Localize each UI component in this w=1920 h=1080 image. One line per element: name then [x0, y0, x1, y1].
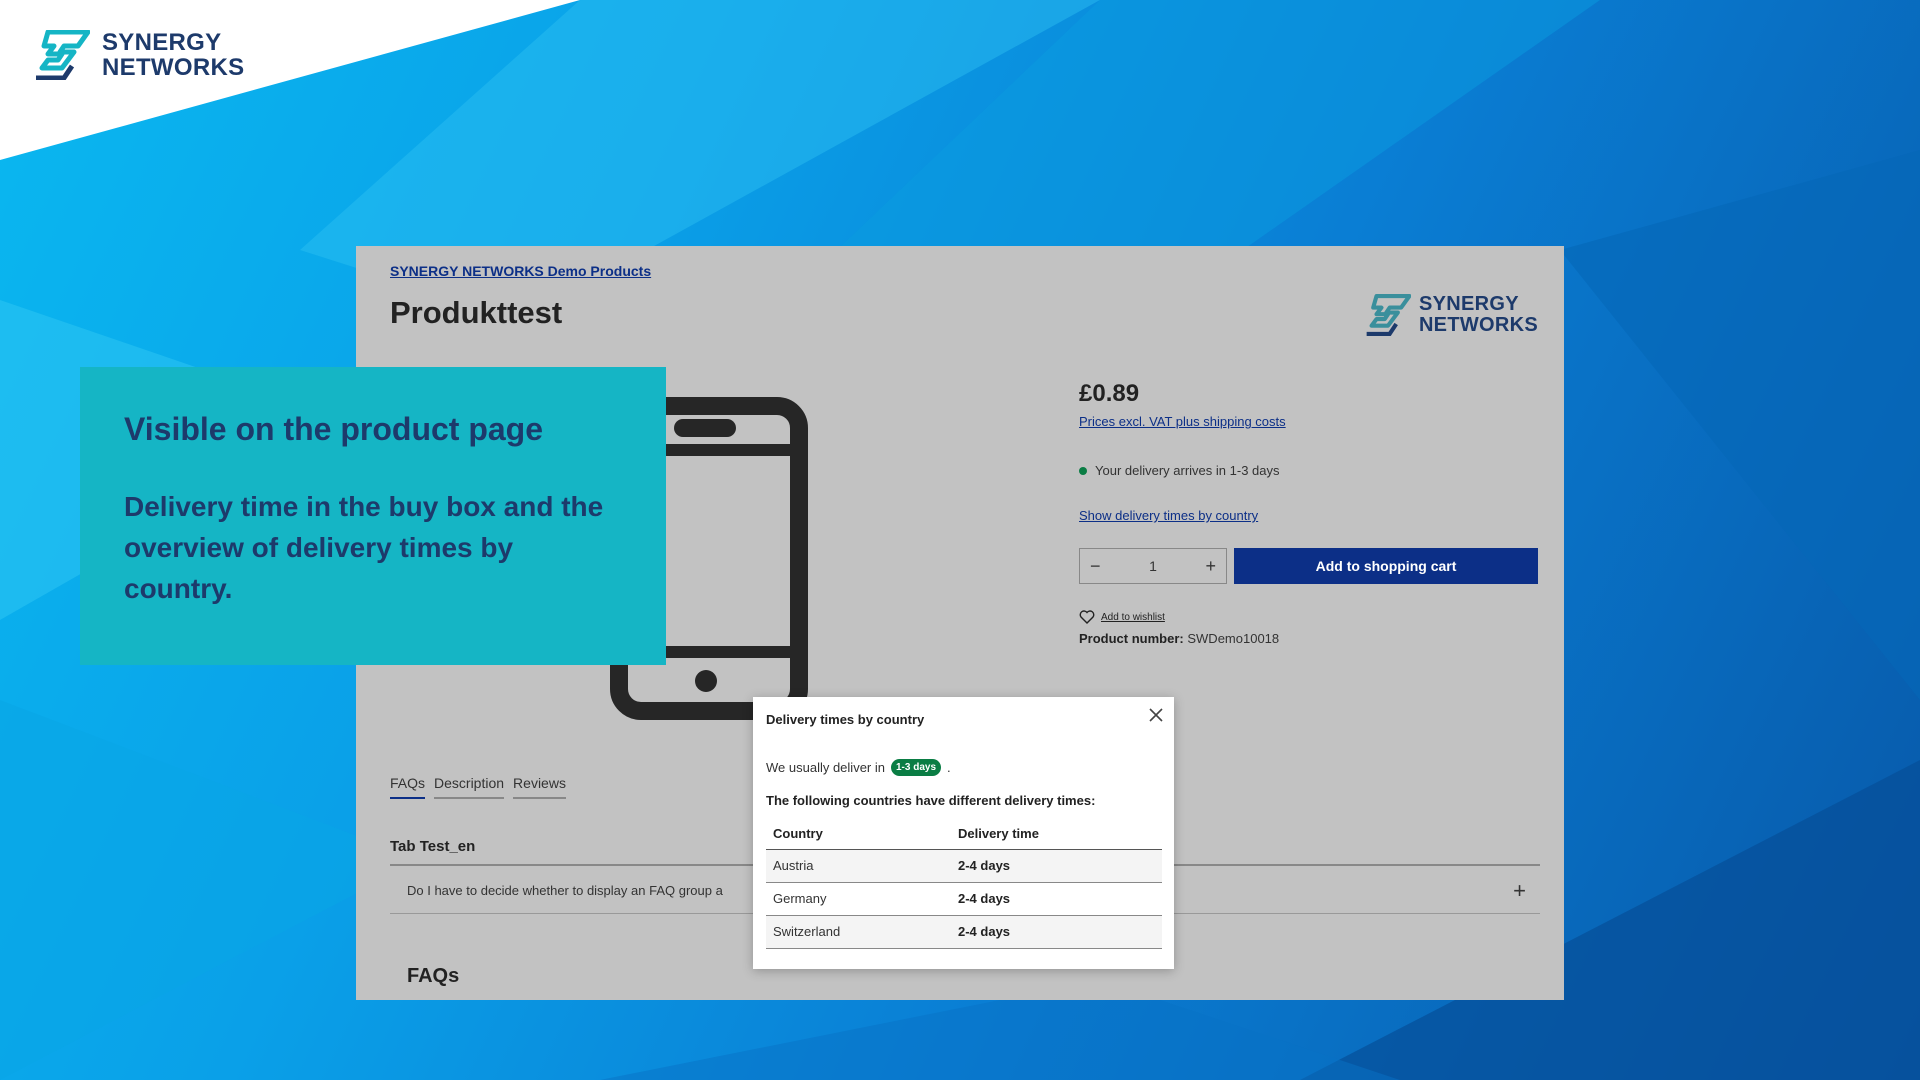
usual-delivery: We usually deliver in 1-3 days .: [766, 759, 951, 776]
usual-delivery-suffix: .: [947, 760, 951, 775]
delivery-status-dot: [1079, 466, 1087, 475]
product-tabs: FAQs Description Reviews: [390, 775, 566, 799]
brand-line1: SYNERGY: [102, 29, 222, 56]
wishlist-label: Add to wishlist: [1101, 611, 1165, 623]
page-title: Produkttest: [390, 295, 563, 330]
table-row: Germany 2-4 days: [766, 882, 1162, 916]
delivery-time-cell: 2-4 days: [951, 882, 1162, 916]
column-header-country: Country: [766, 819, 951, 850]
country-cell: Germany: [766, 882, 951, 916]
shop-logo-line2: NETWORKS: [1418, 314, 1538, 336]
table-row: Austria 2-4 days: [766, 849, 1162, 883]
product-number-label: Product number:: [1079, 631, 1184, 646]
synergy-logo-icon: [36, 30, 90, 80]
tab-content-title: Tab Test_en: [390, 838, 476, 855]
table-header-row: Country Delivery time: [766, 819, 1162, 850]
delivery-times-link[interactable]: Show delivery times by country: [1079, 508, 1559, 523]
usual-delivery-prefix: We usually deliver in: [766, 760, 885, 775]
product-number: Product number: SWDemo10018: [1079, 631, 1559, 646]
delivery-info: Your delivery arrives in 1-3 days: [1079, 463, 1559, 478]
callout-heading: Visible on the product page: [124, 411, 544, 447]
brand-line2: NETWORKS: [102, 54, 245, 81]
brand-name: SYNERGY NETWORKS: [102, 30, 244, 80]
heart-icon: [1079, 610, 1095, 624]
table-row: Switzerland 2-4 days: [766, 915, 1162, 949]
column-header-delivery-time: Delivery time: [951, 819, 1162, 850]
country-cell: Austria: [766, 849, 951, 883]
close-icon[interactable]: [1148, 707, 1164, 723]
shop-logo-line1: SYNERGY: [1418, 293, 1519, 315]
delivery-times-popup: Delivery times by country We usually del…: [753, 697, 1174, 969]
delivery-table: Country Delivery time Austria 2-4 days G…: [766, 819, 1162, 949]
popup-title: Delivery times by country: [766, 712, 925, 727]
delivery-text: Your delivery arrives in 1-3 days: [1095, 463, 1280, 478]
delivery-time-cell: 2-4 days: [951, 915, 1162, 949]
quantity-plus-button[interactable]: +: [1205, 556, 1216, 577]
tab-reviews[interactable]: Reviews: [513, 775, 566, 799]
callout-text: Delivery time in the buy box and the ove…: [124, 491, 604, 604]
faq-question: Do I have to decide whether to display a…: [407, 883, 723, 898]
product-number-value: SWDemo10018: [1187, 631, 1280, 646]
add-to-cart-button[interactable]: Add to shopping cart: [1234, 548, 1538, 584]
shop-logo: SYNERGY NETWORKS: [1365, 294, 1538, 336]
tab-faqs[interactable]: FAQs: [390, 775, 426, 799]
delivery-badge: 1-3 days: [890, 759, 942, 776]
buy-box: £0.89 Prices excl. VAT plus shipping cos…: [1079, 380, 1559, 646]
vat-link[interactable]: Prices excl. VAT plus shipping costs: [1079, 414, 1559, 429]
quantity-minus-button[interactable]: −: [1090, 556, 1101, 577]
wishlist-link[interactable]: Add to wishlist: [1079, 610, 1559, 624]
buy-row: − 1 + Add to shopping cart: [1079, 548, 1559, 584]
quantity-stepper: − 1 +: [1079, 548, 1227, 584]
breadcrumb[interactable]: SYNERGY NETWORKS Demo Products: [390, 263, 651, 279]
quantity-value[interactable]: 1: [1149, 558, 1157, 574]
brand-logo: SYNERGY NETWORKS: [34, 30, 244, 80]
shop-logo-text: SYNERGY NETWORKS: [1419, 294, 1538, 336]
synergy-logo-icon: [1366, 294, 1411, 336]
different-times-heading: The following countries have different d…: [766, 793, 1096, 808]
expand-icon[interactable]: +: [1513, 878, 1526, 904]
faqs-heading: FAQs: [407, 965, 460, 987]
price: £0.89: [1079, 380, 1140, 407]
delivery-time-cell: 2-4 days: [951, 849, 1162, 883]
country-cell: Switzerland: [766, 915, 951, 949]
feature-callout: Visible on the product page Delivery tim…: [80, 367, 666, 665]
tab-description[interactable]: Description: [434, 775, 505, 799]
